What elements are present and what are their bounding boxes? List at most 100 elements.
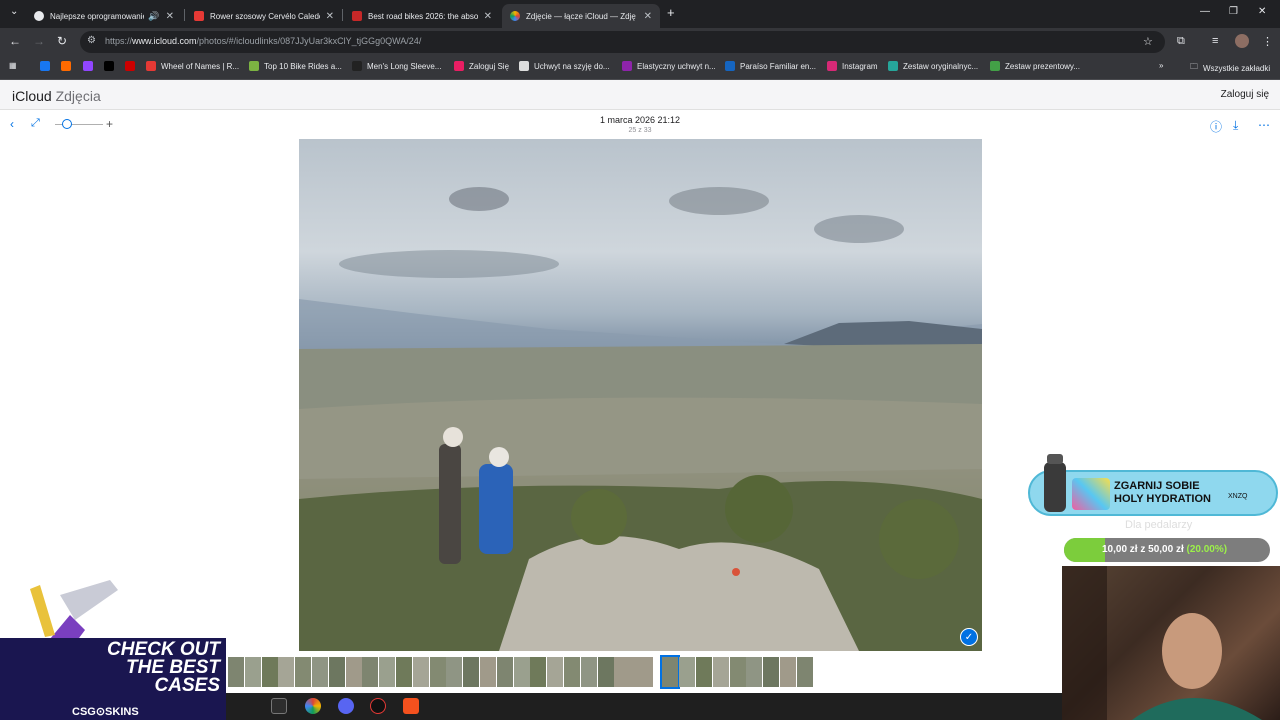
photo-thumbnail[interactable]	[763, 657, 780, 687]
bookmark-favicon-icon	[146, 61, 156, 71]
discord-icon[interactable]	[338, 698, 354, 714]
photo-thumbnail[interactable]	[496, 657, 513, 687]
bookmark-item[interactable]: Zestaw prezentowy...	[990, 61, 1080, 71]
minimize-icon[interactable]: —	[1200, 6, 1210, 17]
photo-thumbnail[interactable]	[614, 657, 654, 687]
bookmark-item[interactable]	[40, 61, 55, 71]
tab-title: Zdjęcie — łącze iCloud — Zdję	[526, 11, 636, 21]
chrome-icon[interactable]	[305, 698, 321, 714]
photo-thumbnail[interactable]	[328, 657, 345, 687]
close-window-icon[interactable]: ✕	[1258, 6, 1266, 17]
url-path: /photos/#/icloudlinks/087JJyUar3kxClY_tj…	[196, 36, 422, 46]
tab-najlepsze[interactable]: Najlepsze oprogramowanie 🔊 ✕	[26, 4, 182, 28]
photo-thumbnail[interactable]	[278, 657, 295, 687]
restore-icon[interactable]: ❐	[1229, 6, 1238, 17]
close-tab-icon[interactable]: ✕	[644, 11, 652, 22]
bookmark-favicon-icon	[990, 61, 1000, 71]
photo-thumbnail[interactable]	[429, 657, 446, 687]
download-icon[interactable]: ⤓	[1233, 118, 1238, 133]
bookmark-item[interactable]: Instagram	[827, 61, 878, 71]
browser-menu-icon[interactable]: ⋮	[1262, 35, 1273, 48]
speaker-icon[interactable]: 🔊	[148, 11, 159, 22]
star-icon[interactable]: ☆	[1143, 35, 1153, 48]
expand-icon[interactable]: ⤢	[31, 117, 40, 130]
bookmark-item[interactable]: Zestaw oryginalnyc...	[888, 61, 978, 71]
bookmark-item[interactable]: Top 10 Bike Rides a...	[249, 61, 342, 71]
site-info-icon[interactable]: ⚙	[87, 35, 96, 46]
obs-icon[interactable]	[370, 698, 386, 714]
photo-thumbnail[interactable]	[530, 657, 547, 687]
photo-thumbnail[interactable]	[345, 657, 362, 687]
bookmark-item[interactable]	[125, 61, 140, 71]
photo-thumbnail[interactable]	[746, 657, 763, 687]
photo-thumbnail[interactable]	[712, 657, 729, 687]
photo-thumbnail[interactable]	[261, 657, 278, 687]
tab-search-icon[interactable]: ⌄	[10, 6, 18, 17]
donation-text: 10,00 zł z 50,00 zł (20.00%)	[1102, 544, 1227, 555]
main-photo[interactable]	[299, 139, 982, 651]
more-bookmarks-icon[interactable]: »	[1159, 61, 1163, 70]
webcam-feed	[1062, 566, 1280, 720]
extensions-icon[interactable]: ⧉	[1177, 35, 1185, 48]
photo-thumbnail[interactable]	[228, 657, 244, 687]
photo-thumbnail[interactable]	[295, 657, 312, 687]
apps-icon[interactable]: ▦	[9, 61, 17, 70]
photo-thumbnail[interactable]	[597, 657, 614, 687]
photo-thumbnail[interactable]	[660, 655, 681, 689]
photo-thumbnail[interactable]	[412, 657, 429, 687]
bookmark-item[interactable]	[83, 61, 98, 71]
photo-thumbnail[interactable]	[379, 657, 396, 687]
photo-thumbnail[interactable]	[679, 657, 696, 687]
photo-thumbnail[interactable]	[362, 657, 379, 687]
bookmark-item[interactable]: Elastyczny uchwyt n...	[622, 61, 716, 71]
back-icon[interactable]: ‹	[10, 117, 14, 131]
photo-thumbnail[interactable]	[696, 657, 712, 687]
photo-thumbnail[interactable]	[796, 657, 813, 687]
tab-icloud-active[interactable]: Zdjęcie — łącze iCloud — Zdję ✕	[502, 4, 660, 28]
media-control-icon[interactable]: ≡	[1212, 35, 1218, 47]
bookmark-label: Zestaw oryginalnyc...	[903, 61, 979, 71]
zoom-in-icon[interactable]: +	[106, 117, 113, 131]
close-tab-icon[interactable]: ✕	[166, 11, 174, 22]
forward-icon[interactable]: →	[33, 34, 45, 48]
bookmark-item[interactable]	[104, 61, 119, 71]
shaker-bottle-icon	[1044, 454, 1066, 512]
photo-thumbnail[interactable]	[780, 657, 796, 687]
bookmark-favicon-icon	[352, 61, 362, 71]
all-bookmarks-folder[interactable]: 🗀 Wszystkie zakładki	[1190, 61, 1270, 75]
new-tab-icon[interactable]: +	[667, 5, 675, 20]
url-text[interactable]: https://www.icloud.com/photos/#/icloudli…	[105, 36, 421, 46]
photo-thumbnail[interactable]	[480, 657, 496, 687]
selected-check-icon[interactable]: ✓	[960, 628, 978, 646]
photo-thumbnail[interactable]	[580, 657, 597, 687]
bookmark-item[interactable]: Zaloguj Się	[454, 61, 509, 71]
photo-thumbnail[interactable]	[513, 657, 530, 687]
reload-icon[interactable]: ↻	[57, 34, 67, 48]
zoom-slider-knob[interactable]	[62, 119, 72, 129]
tab-best-road-bikes[interactable]: Best road bikes 2026: the absol ✕	[344, 4, 500, 28]
photo-thumbnail[interactable]	[312, 657, 328, 687]
info-icon[interactable]: ⓘ	[1210, 118, 1222, 135]
bookmark-item[interactable]	[61, 61, 76, 71]
terminal-icon[interactable]	[271, 698, 287, 714]
bookmark-item[interactable]: Men's Long Sleeve...	[352, 61, 441, 71]
photo-thumbnail[interactable]	[463, 657, 480, 687]
photo-thumbnail[interactable]	[729, 657, 746, 687]
more-icon[interactable]: ⋯	[1258, 118, 1270, 132]
close-tab-icon[interactable]: ✕	[484, 11, 492, 22]
app-icon[interactable]	[403, 698, 419, 714]
photo-thumbnail[interactable]	[564, 657, 580, 687]
icloud-brand[interactable]: iCloud Zdjęcia	[12, 88, 101, 104]
profile-avatar[interactable]	[1235, 34, 1249, 48]
login-link[interactable]: Zaloguj się	[1221, 89, 1269, 100]
bookmark-item[interactable]: Uchwyt na szyję do...	[519, 61, 610, 71]
photo-thumbnail[interactable]	[396, 657, 412, 687]
photo-thumbnail[interactable]	[446, 657, 463, 687]
tab-rower[interactable]: Rower szosowy Cervélo Caledo ✕	[186, 4, 342, 28]
back-icon[interactable]: ←	[9, 34, 21, 48]
bookmark-item[interactable]: Paraíso Familiar en...	[725, 61, 816, 71]
photo-thumbnail[interactable]	[244, 657, 261, 687]
close-tab-icon[interactable]: ✕	[326, 11, 334, 22]
photo-thumbnail[interactable]	[547, 657, 564, 687]
bookmark-item[interactable]: Wheel of Names | R...	[146, 61, 239, 71]
